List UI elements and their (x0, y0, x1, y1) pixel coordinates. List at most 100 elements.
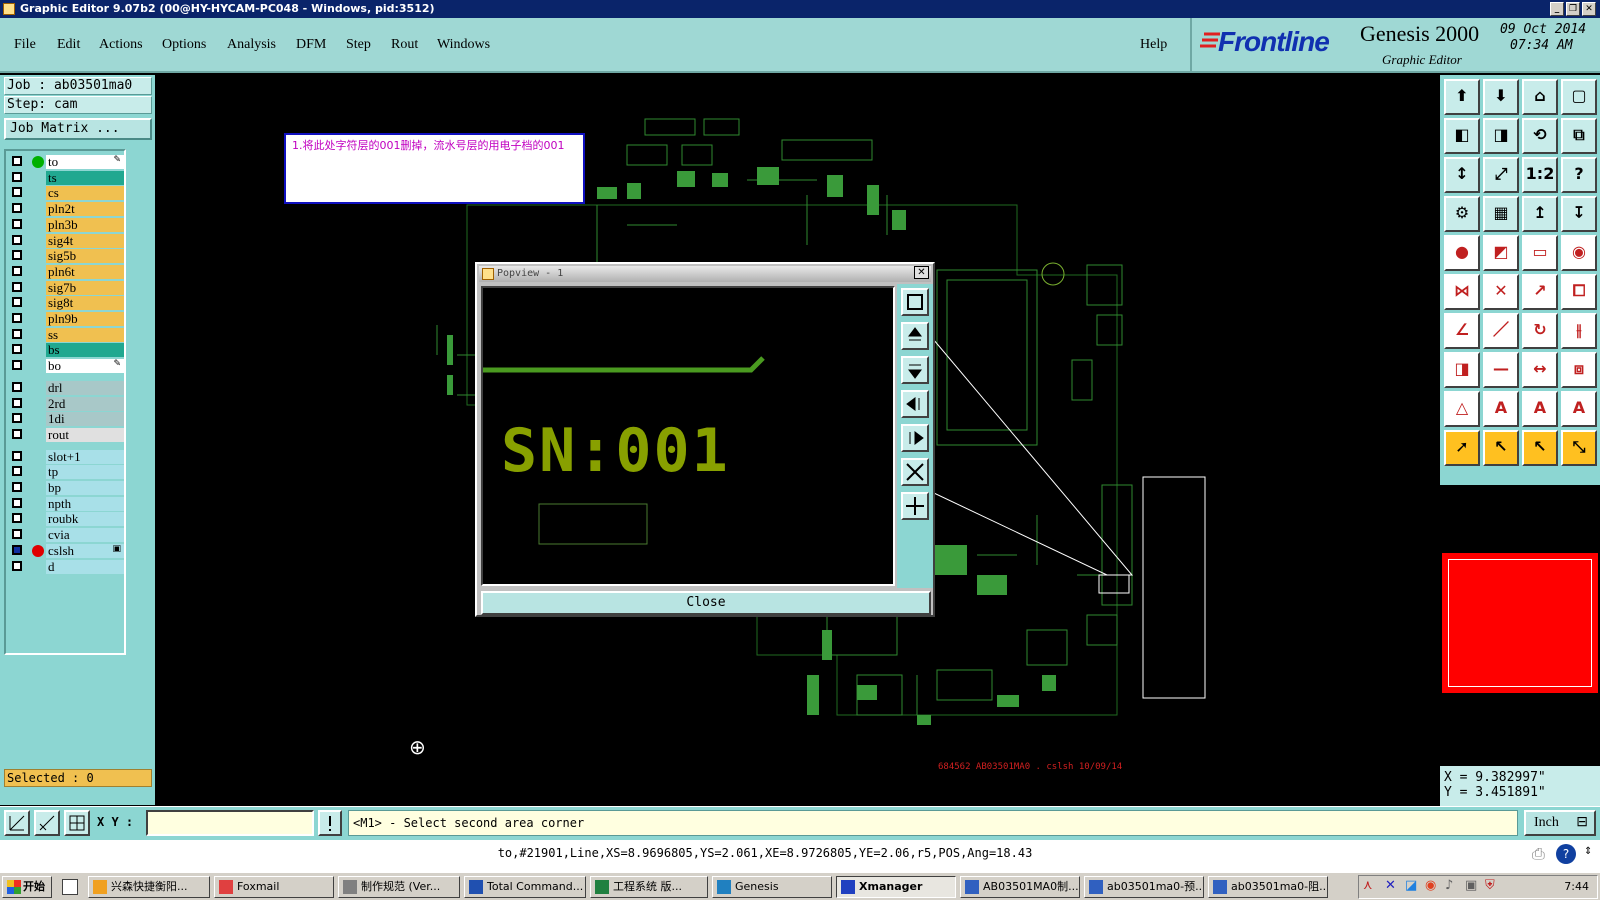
zoom-home-icon[interactable]: ⟲ (1522, 118, 1558, 154)
layer-checkbox[interactable] (12, 234, 22, 245)
fit-all-icon[interactable]: ⤢ (1483, 157, 1519, 193)
layer-name[interactable]: cs (46, 186, 124, 201)
grid-toggle-icon[interactable]: ▦ (1483, 196, 1519, 232)
tray-icon-4[interactable]: ◉ (1425, 878, 1436, 893)
layer-name[interactable]: d (46, 559, 124, 574)
layer-row-cs[interactable]: cs (10, 186, 124, 201)
layer-checkbox[interactable] (12, 203, 22, 214)
layer-name[interactable]: cvia (46, 528, 124, 543)
select-cross-icon[interactable]: ⤡ (1561, 430, 1597, 466)
menu-rout[interactable]: Rout (391, 37, 418, 53)
taskbar-item[interactable]: 制作规范 (Ver... (338, 876, 460, 898)
taskbar-item[interactable]: 工程系统 版... (590, 876, 708, 898)
layer-checkbox[interactable] (12, 187, 22, 198)
menu-dfm[interactable]: DFM (296, 37, 326, 53)
select-area-icon[interactable]: ↖ (1483, 430, 1519, 466)
layer-name[interactable]: rout (46, 427, 124, 442)
layer-name[interactable]: pln6t (46, 264, 124, 279)
layout-icon[interactable]: ⧉ (1561, 118, 1597, 154)
popview-zoom-out-button[interactable] (901, 492, 929, 520)
layer-checkbox[interactable] (12, 360, 22, 371)
fit-vertical-icon[interactable]: ↕ (1444, 157, 1480, 193)
layer-checkbox[interactable] (12, 156, 22, 166)
add-pad-icon[interactable]: ● (1444, 235, 1480, 271)
layer-row-to[interactable]: to ✎ (10, 155, 124, 169)
text-move-icon[interactable]: A (1561, 391, 1597, 427)
popview-close-icon[interactable]: ✕ (914, 266, 929, 279)
query-icon[interactable]: ? (1561, 157, 1597, 193)
layer-name[interactable]: 1di (46, 412, 124, 427)
tray-icon-3[interactable]: ◪ (1405, 878, 1417, 893)
layer-name[interactable]: ts (46, 170, 124, 185)
layer-name[interactable]: 2rd (46, 396, 124, 411)
menu-options[interactable]: Options (162, 37, 206, 53)
feature-icon[interactable]: ◨ (1444, 352, 1480, 388)
print-icon[interactable]: ⎙ (1532, 844, 1545, 864)
angle-icon[interactable]: ∠ (1444, 313, 1480, 349)
layer-checkbox[interactable] (12, 466, 22, 477)
menu-edit[interactable]: Edit (57, 37, 80, 53)
menu-step[interactable]: Step (346, 37, 371, 53)
measure-icon[interactable] (34, 810, 60, 836)
popview-pan-right-button[interactable] (901, 424, 929, 452)
menu-file[interactable]: File (14, 37, 36, 53)
layer-row-bs[interactable]: bs (10, 343, 124, 358)
layer-row-ts[interactable]: ts (10, 170, 124, 185)
layer-checkbox[interactable] (12, 250, 22, 261)
layer-checkbox[interactable] (12, 397, 22, 408)
layer-name[interactable]: pln2t (46, 202, 124, 217)
layer-name[interactable]: sig7b (46, 280, 124, 295)
xy-input[interactable] (146, 810, 314, 836)
scale-icon[interactable]: 1:2 (1522, 157, 1558, 193)
layer-name[interactable]: npth (46, 496, 124, 511)
move-icon[interactable]: ↗ (1522, 274, 1558, 310)
layer-checkbox[interactable] (12, 497, 22, 508)
overview-panel[interactable] (1440, 485, 1600, 765)
layer-checkbox[interactable] (12, 428, 22, 439)
select-touch-icon[interactable]: ↖ (1522, 430, 1558, 466)
layer-checkbox[interactable] (12, 450, 22, 461)
popview-pan-down-button[interactable] (901, 356, 929, 384)
layer-name[interactable]: bp (46, 481, 124, 495)
tray-icon-1[interactable]: ⋏ (1363, 878, 1373, 893)
layer-row-d[interactable]: d (10, 559, 124, 574)
layer-checkbox[interactable] (12, 297, 22, 308)
close-window-button[interactable]: ✕ (1582, 2, 1596, 16)
layer-row-cslsh[interactable]: cslsh ▣ (10, 543, 124, 558)
menu-windows[interactable]: Windows (437, 37, 490, 53)
popview-screen[interactable]: SN:001 (481, 286, 895, 586)
taskbar-item[interactable]: ab03501ma0-阻... (1208, 876, 1328, 898)
layer-row-2rd[interactable]: 2rd (10, 396, 124, 411)
layer-row-pln3b[interactable]: pln3b (10, 217, 124, 232)
layer-row-pln6t[interactable]: pln6t (10, 264, 124, 279)
delete-icon[interactable]: ✕ (1483, 274, 1519, 310)
taskbar-item[interactable]: Genesis (712, 876, 832, 898)
line-icon[interactable]: ／ (1483, 313, 1519, 349)
taskbar-item[interactable]: ab03501ma0-预... (1084, 876, 1204, 898)
step-left-icon[interactable]: ◧ (1444, 118, 1480, 154)
layer-row-pln2t[interactable]: pln2t (10, 202, 124, 217)
tray-icon-2[interactable]: ✕ (1385, 878, 1396, 893)
layer-name[interactable]: roubk (46, 512, 124, 527)
resize-icon[interactable]: ↔ (1522, 352, 1558, 388)
snap-icon[interactable] (4, 810, 30, 836)
layer-name[interactable]: sig4t (46, 233, 124, 248)
unit-selector[interactable]: Inch ⊟ (1524, 810, 1596, 836)
copy-icon[interactable]: ⧠ (1561, 274, 1597, 310)
job-matrix-button[interactable]: Job Matrix ... (4, 118, 152, 140)
grid-icon[interactable] (64, 810, 90, 836)
layer-checkbox[interactable] (12, 413, 22, 424)
layer-row-sig5b[interactable]: sig5b (10, 249, 124, 264)
menu-actions[interactable]: Actions (99, 37, 143, 53)
menu-analysis[interactable]: Analysis (227, 37, 276, 53)
menu-help[interactable]: Help (1140, 37, 1167, 53)
volume-icon[interactable]: ♪ (1445, 878, 1453, 893)
layer-checkbox[interactable] (12, 513, 22, 524)
layer-checkbox[interactable] (12, 381, 22, 392)
layer-name[interactable]: slot+1 (46, 449, 124, 464)
layer-row-rout[interactable]: rout (10, 427, 124, 442)
layer-row-slot+1[interactable]: slot+1 (10, 449, 124, 464)
layer-checkbox[interactable] (12, 344, 22, 355)
layer-name[interactable]: sig5b (46, 249, 124, 264)
maximize-button[interactable]: ❐ (1566, 2, 1580, 16)
